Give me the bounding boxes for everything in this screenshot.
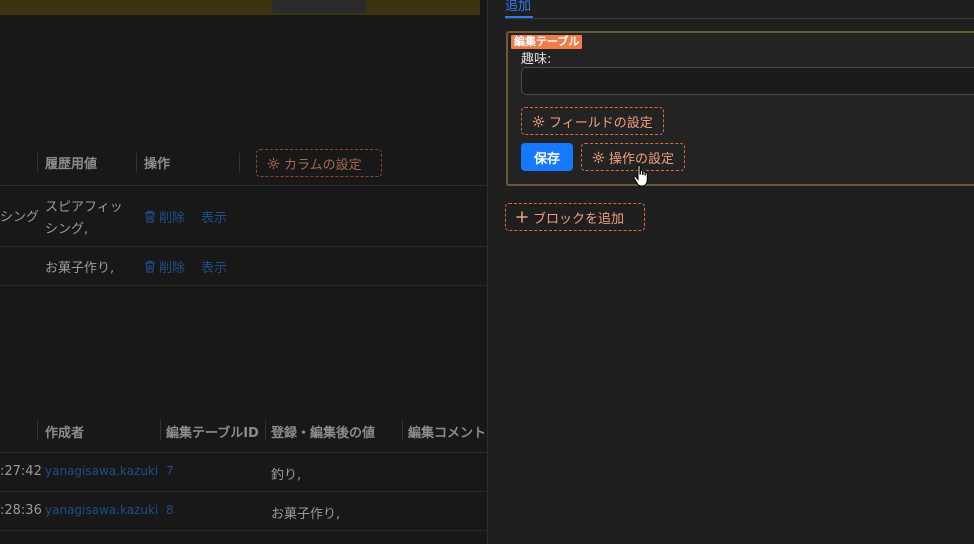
table-row: お菓子作り, 削除 表示: [0, 247, 487, 286]
top-bar-button[interactable]: [272, 0, 366, 13]
trash-icon: [144, 260, 156, 273]
delete-link[interactable]: 削除: [144, 207, 185, 226]
edit-table-block[interactable]: 編集テーブル 趣味: フィールドの設定 保存 操作の設定: [506, 31, 974, 186]
author-link[interactable]: yanagisawa.kazuki: [45, 503, 158, 517]
cell-history-value: お菓子作り,: [45, 261, 115, 276]
column-settings-button[interactable]: カラムの設定: [256, 149, 382, 177]
column-separator: [37, 420, 38, 440]
column-separator: [37, 153, 38, 173]
cell-history-value-line2: シング,: [45, 222, 89, 237]
edit-drawer: 追加 編集テーブル 趣味: フィールドの設定 保存 操作の設定 ブロックを追加: [487, 0, 974, 544]
add-block-label: ブロックを追加: [533, 211, 625, 227]
gear-icon: [592, 151, 605, 164]
save-button[interactable]: 保存: [521, 143, 573, 171]
gear-icon: [267, 157, 280, 170]
table-id-link[interactable]: 7: [166, 464, 174, 478]
field-settings-label: フィールドの設定: [549, 115, 653, 131]
trash-icon: [144, 210, 156, 223]
plus-icon: [516, 211, 528, 223]
column-header-history-value: 履歴用値: [45, 157, 98, 172]
table-row: :28:36 yanagisawa.kazuki 8 お菓子作り,: [0, 492, 487, 531]
field-label-hobby: 趣味:: [521, 52, 552, 67]
background-page: 履歴用値 操作 カラムの設定 シング スピアフィッ シング, 削除 表示 お菓子…: [0, 0, 487, 544]
table-id-link[interactable]: 8: [166, 503, 174, 517]
cell-time: :27:42: [0, 464, 42, 479]
field-settings-button[interactable]: フィールドの設定: [521, 107, 664, 135]
column-header-table-id: 編集テーブルID: [166, 426, 259, 441]
cell-history-value: スピアフィッ: [45, 200, 123, 215]
block-tag: 編集テーブル: [511, 35, 583, 49]
column-separator: [265, 420, 266, 440]
cell-value: 釣り,: [271, 468, 302, 483]
active-tab-indicator: [505, 16, 533, 18]
column-header-value: 登録・編集後の値: [271, 426, 376, 441]
column-separator: [136, 153, 137, 173]
hobby-input[interactable]: [521, 67, 974, 95]
add-block-button[interactable]: ブロックを追加: [505, 203, 645, 231]
delete-link[interactable]: 削除: [144, 257, 185, 276]
tab-bar-divider: [505, 18, 974, 19]
delete-label: 削除: [159, 261, 186, 276]
cell-partial: シング: [0, 210, 40, 225]
author-link[interactable]: yanagisawa.kazuki: [45, 464, 158, 478]
show-link[interactable]: 表示: [201, 207, 227, 226]
cell-value: お菓子作り,: [271, 507, 341, 522]
column-settings-label: カラムの設定: [284, 157, 362, 173]
table-row: :27:42 yanagisawa.kazuki 7 釣り,: [0, 453, 487, 492]
column-header-comment: 編集コメント: [408, 426, 487, 441]
column-separator: [402, 420, 403, 440]
show-link[interactable]: 表示: [201, 257, 227, 276]
gear-icon: [532, 115, 545, 128]
top-alert-bar: [0, 0, 480, 15]
history-table-header: 履歴用値 操作 カラムの設定: [0, 140, 487, 186]
column-header-actions: 操作: [144, 157, 171, 172]
hand-cursor-icon: [633, 164, 649, 188]
delete-label: 削除: [159, 211, 186, 226]
column-header-author: 作成者: [45, 426, 85, 441]
cell-time: :28:36: [0, 503, 42, 518]
table-row: シング スピアフィッ シング, 削除 表示: [0, 186, 487, 247]
column-separator: [160, 420, 161, 440]
column-separator: [239, 153, 240, 173]
tab-add[interactable]: 追加: [505, 0, 531, 14]
log-table-header: 作成者 編集テーブルID 登録・編集後の値 編集コメント: [0, 410, 487, 453]
